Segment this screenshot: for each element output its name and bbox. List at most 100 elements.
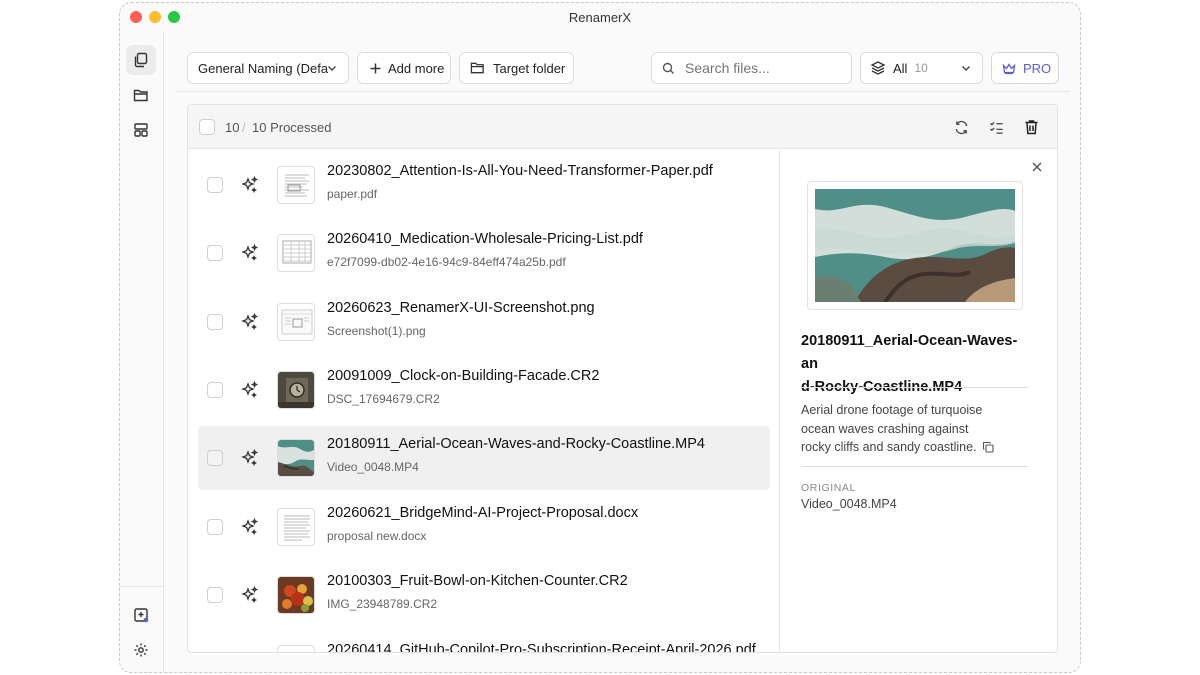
toolbar-divider [176,91,1070,92]
app-window: RenamerX General Naming (Defa Add more T… [119,2,1081,673]
file-checkbox[interactable] [207,587,223,603]
search-field[interactable] [651,52,852,84]
file-row[interactable]: 20180911_Aerial-Ocean-Waves-and-Rocky-Co… [198,426,770,490]
files-panel: 10 / 10 Processed 20230802_Attention-Is-… [187,104,1058,653]
new-file-name: 20260621_BridgeMind-AI-Project-Proposal.… [327,505,639,521]
search-input[interactable] [685,60,845,76]
file-list: 20230802_Attention-Is-All-You-Need-Trans… [188,150,780,652]
file-checkbox[interactable] [207,314,223,330]
original-file-name: paper.pdf [327,187,378,201]
document-thumbnail [277,508,315,546]
preview-icon [134,608,149,623]
sidebar-item-folders[interactable] [126,80,156,110]
original-file-name: Screenshot(1).png [327,324,426,338]
add-more-button[interactable]: Add more [357,52,451,84]
layers-icon [870,61,886,75]
templates-icon [134,123,148,137]
file-checkbox[interactable] [207,450,223,466]
sidebar-item-templates[interactable] [126,115,156,145]
files-icon [134,52,148,68]
search-icon [662,62,674,74]
count-separator: / [242,120,246,135]
crown-icon [1002,62,1016,74]
preview-frame [807,181,1023,310]
copy-icon[interactable] [982,441,994,453]
file-row[interactable]: 20230802_Attention-Is-All-You-Need-Trans… [198,153,770,217]
close-icon[interactable] [1031,161,1043,173]
sparkle-icon[interactable] [241,518,259,536]
document-thumbnail [277,645,315,652]
checklist-icon[interactable] [989,120,1004,135]
new-file-name: 20230802_Attention-Is-All-You-Need-Trans… [327,163,713,179]
title-bar: RenamerX [120,3,1080,31]
original-value: Video_0048.MP4 [801,497,897,511]
sparkle-icon[interactable] [241,381,259,399]
detail-pane: 20180911_Aerial-Ocean-Waves-an d-Rocky-C… [781,150,1057,652]
sidebar-item-files[interactable] [126,45,156,75]
sidebar [120,31,164,672]
description-line-1: Aerial drone footage of turquoise [801,403,983,417]
new-file-name: 20260623_RenamerX-UI-Screenshot.png [327,300,595,316]
file-row[interactable]: 20260621_BridgeMind-AI-Project-Proposal.… [198,495,770,559]
file-row[interactable]: 20260414_GitHub-Copilot-Pro-Subscription… [198,632,770,652]
detail-description: Aerial drone footage of turquoise ocean … [801,401,1033,457]
photo-thumbnail [277,371,315,409]
naming-preset-select[interactable]: General Naming (Defa [187,52,349,84]
new-file-name: 20260414_GitHub-Copilot-Pro-Subscription… [327,642,756,652]
trash-icon[interactable] [1024,119,1039,135]
description-line-3: rocky cliffs and sandy coastline. [801,438,1033,457]
target-folder-label: Target folder [493,60,566,76]
new-file-name: 20100303_Fruit-Bowl-on-Kitchen-Counter.C… [327,573,628,589]
table-thumbnail [277,234,315,272]
file-checkbox[interactable] [207,245,223,261]
chevron-down-icon [962,66,970,71]
plus-icon [370,63,381,73]
video-thumbnail [277,439,315,477]
sparkle-icon[interactable] [241,244,259,262]
file-checkbox[interactable] [207,177,223,193]
refresh-icon[interactable] [954,120,969,135]
file-filter-select[interactable]: All 10 [860,52,983,84]
detail-divider [801,466,1028,467]
file-row[interactable]: 20100303_Fruit-Bowl-on-Kitchen-Counter.C… [198,563,770,627]
new-file-name: 20091009_Clock-on-Building-Facade.CR2 [327,368,600,384]
description-line-3-text: rocky cliffs and sandy coastline. [801,440,977,454]
new-file-name: 20180911_Aerial-Ocean-Waves-and-Rocky-Co… [327,436,705,452]
file-row[interactable]: 20091009_Clock-on-Building-Facade.CR2 DS… [198,358,770,422]
window-title: RenamerX [568,10,632,25]
file-row[interactable]: 20260410_Medication-Wholesale-Pricing-Li… [198,221,770,285]
description-line-2: ocean waves crashing against [801,421,969,436]
file-row[interactable]: 20260623_RenamerX-UI-Screenshot.png Scre… [198,290,770,354]
sparkle-icon[interactable] [241,449,259,467]
add-more-label: Add more [388,60,445,76]
detail-title: 20180911_Aerial-Ocean-Waves-an d-Rocky-C… [801,330,1033,399]
sparkle-icon[interactable] [241,176,259,194]
filter-count: 10 [914,61,928,75]
document-thumbnail [277,166,315,204]
original-label: ORIGINAL [801,482,856,494]
original-file-name: proposal new.docx [327,529,427,543]
list-header: 10 / 10 Processed [188,105,1057,149]
detail-divider [801,387,1028,388]
sidebar-item-preview[interactable] [126,600,156,630]
filter-label: All [893,60,908,76]
sparkle-icon[interactable] [241,586,259,604]
detail-title-line-1: 20180911_Aerial-Ocean-Waves-an [801,333,1018,372]
file-checkbox[interactable] [207,519,223,535]
screenshot-thumbnail [277,303,315,341]
original-file-name: IMG_23948789.CR2 [327,597,438,611]
folder-icon [470,62,484,74]
original-file-name: DSC_17694679.CR2 [327,392,440,406]
select-all-checkbox[interactable] [199,119,215,135]
naming-preset-label: General Naming (Defa [198,60,329,76]
folder-icon [133,89,148,102]
file-checkbox[interactable] [207,382,223,398]
chevron-down-icon [328,66,336,71]
gear-icon [134,643,148,657]
pro-button[interactable]: PRO [991,52,1059,84]
photo-thumbnail [277,576,315,614]
target-folder-button[interactable]: Target folder [459,52,574,84]
new-file-name: 20260410_Medication-Wholesale-Pricing-Li… [327,231,643,247]
sidebar-item-settings[interactable] [126,635,156,665]
sparkle-icon[interactable] [241,313,259,331]
